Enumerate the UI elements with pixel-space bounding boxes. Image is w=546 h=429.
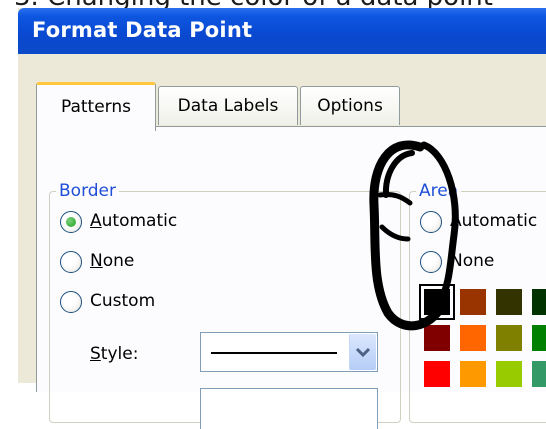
area-automatic-label: Automatic [450,211,538,231]
color-dropdown[interactable] [200,388,378,429]
tab-options[interactable]: Options [300,86,400,125]
palette-swatch[interactable] [496,325,522,351]
format-data-point-dialog: Format Data Point Patterns Data Labels O… [18,8,546,429]
palette-swatch[interactable] [460,361,486,387]
radio-selected-dot [66,217,76,227]
line-style-preview [211,352,337,354]
border-automatic-label: Automatic [90,211,178,231]
border-none-option[interactable]: None [60,251,180,275]
border-group-label: Border [56,181,119,201]
area-group-label: Area [416,181,462,201]
chevron-down-icon [355,347,371,358]
border-custom-radio[interactable] [60,291,82,313]
area-automatic-option[interactable]: Automatic [420,211,546,235]
palette-swatch[interactable] [424,361,450,387]
palette-swatch[interactable] [419,284,455,320]
palette-swatch[interactable] [532,325,546,351]
style-dropdown-button[interactable] [349,334,376,370]
area-group: Area Automatic None [409,181,546,423]
border-group: Border Automatic None Custom Style: [49,181,401,429]
style-label: Style: [90,344,139,364]
border-custom-option[interactable]: Custom [60,291,190,315]
title-bar[interactable]: Format Data Point [18,8,546,54]
border-custom-label: Custom [90,291,156,311]
palette-swatch[interactable] [424,325,450,351]
border-none-radio[interactable] [60,251,82,273]
tab-data-labels[interactable]: Data Labels [158,86,298,125]
palette-swatch[interactable] [532,289,546,315]
palette-swatch[interactable] [496,289,522,315]
caption-text: 3. Changing the color of a data point [14,0,546,8]
palette-swatch[interactable] [532,361,546,387]
style-dropdown[interactable] [200,332,378,372]
palette-swatch[interactable] [460,325,486,351]
window-title: Format Data Point [32,18,253,42]
area-none-option[interactable]: None [420,251,546,275]
palette-swatch[interactable] [460,289,486,315]
border-none-label: None [90,251,135,271]
area-none-label: None [450,251,495,271]
palette-swatch[interactable] [496,361,522,387]
tab-patterns[interactable]: Patterns [36,82,156,131]
area-automatic-radio[interactable] [420,211,442,233]
patterns-panel: Border Automatic None Custom Style: Area… [36,126,546,429]
border-automatic-option[interactable]: Automatic [60,211,220,235]
border-automatic-radio[interactable] [60,211,82,233]
area-none-radio[interactable] [420,251,442,273]
